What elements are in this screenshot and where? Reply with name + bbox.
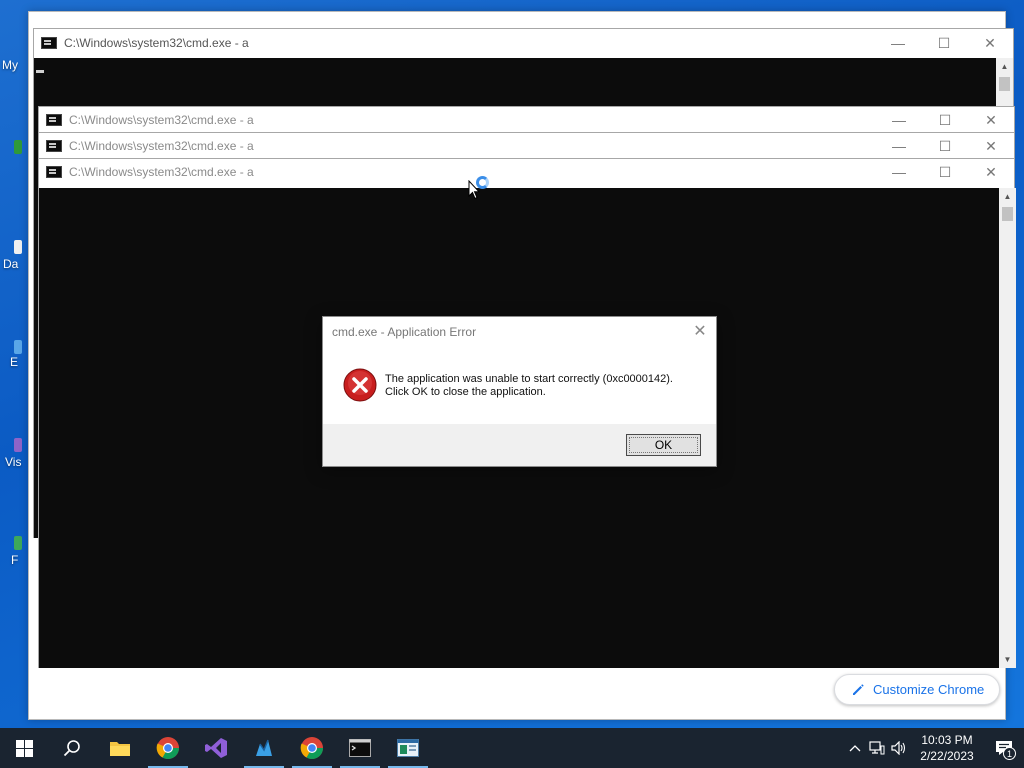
window-title: C:\Windows\system32\cmd.exe - a	[69, 139, 254, 153]
file-explorer-icon	[110, 742, 130, 756]
clock-time: 10:03 PM	[921, 733, 973, 747]
taskbar-cmd[interactable]	[336, 728, 384, 768]
pencil-icon	[853, 683, 864, 695]
taskbar: 10:03 PM 2/22/2023 1	[0, 728, 1024, 768]
desktop-icon[interactable]	[14, 140, 22, 154]
cmd-window: C:\Windows\system32\cmd.exe - a — ☐ ✕	[38, 106, 1015, 133]
maximize-button[interactable]: ☐	[921, 30, 967, 56]
dialog-footer: OK	[323, 424, 716, 466]
title-bar[interactable]: C:\Windows\system32\cmd.exe - a — ☐ ✕	[34, 29, 1013, 57]
start-button[interactable]	[0, 728, 48, 768]
minimize-button[interactable]: —	[876, 107, 922, 133]
vertical-scrollbar[interactable]: ▲ ▼	[999, 188, 1016, 668]
network-tool-icon	[256, 739, 272, 756]
show-hidden-icons-chevron-icon[interactable]	[844, 728, 866, 768]
scroll-thumb[interactable]	[1002, 207, 1013, 221]
action-center-button[interactable]: 1	[984, 728, 1024, 768]
dialog-message-line: Click OK to close the application.	[385, 386, 546, 398]
customize-chrome-label: Customize Chrome	[873, 682, 985, 697]
desktop-icon-label[interactable]: Da	[3, 257, 18, 271]
busy-spinner-icon	[476, 176, 489, 189]
close-button[interactable]: ✕	[967, 30, 1013, 56]
error-x-icon	[343, 368, 377, 402]
close-button[interactable]: ✕	[968, 133, 1014, 159]
start-icon	[15, 739, 33, 757]
text-cursor	[36, 70, 44, 73]
taskbar-visual-studio[interactable]	[192, 728, 240, 768]
minimize-button[interactable]: —	[876, 133, 922, 159]
search-button[interactable]	[48, 728, 96, 768]
dialog-message-line: The application was unable to start corr…	[385, 373, 673, 385]
maximize-button[interactable]: ☐	[922, 159, 968, 185]
chrome-icon	[156, 737, 179, 759]
cmd-icon	[46, 166, 62, 178]
cmd-icon	[349, 739, 371, 757]
taskbar-chrome-2[interactable]	[288, 728, 336, 768]
desktop-icon-label[interactable]: Vis	[5, 455, 21, 469]
scroll-thumb[interactable]	[999, 77, 1010, 91]
dialog-title: cmd.exe - Application Error	[332, 325, 477, 339]
title-bar[interactable]: C:\Windows\system32\cmd.exe - a — ☐ ✕	[39, 159, 1014, 185]
desktop-icon[interactable]	[14, 340, 22, 354]
close-button[interactable]: ✕	[968, 159, 1014, 185]
ok-button[interactable]: OK	[626, 434, 701, 456]
scroll-up-arrow[interactable]: ▲	[996, 58, 1013, 75]
cmd-icon	[46, 114, 62, 126]
dialog-message: The application was unable to start corr…	[385, 373, 673, 399]
taskbar-app-window[interactable]	[384, 728, 432, 768]
taskbar-network-tool[interactable]	[240, 728, 288, 768]
desktop-icon[interactable]	[14, 438, 22, 452]
maximize-button[interactable]: ☐	[922, 133, 968, 159]
desktop-icon-label[interactable]: F	[11, 553, 18, 567]
title-bar[interactable]: C:\Windows\system32\cmd.exe - a — ☐ ✕	[39, 107, 1014, 133]
system-tray: 10:03 PM 2/22/2023 1	[844, 728, 1024, 768]
minimize-button[interactable]: —	[876, 159, 922, 185]
scroll-down-arrow[interactable]: ▼	[999, 651, 1016, 668]
cmd-icon	[41, 37, 57, 49]
visual-studio-icon	[205, 738, 227, 758]
app-window-icon	[397, 739, 419, 757]
scroll-up-arrow[interactable]: ▲	[999, 188, 1016, 205]
desktop-icon[interactable]	[14, 240, 22, 254]
dialog-close-button[interactable]: ✕	[690, 321, 710, 341]
close-button[interactable]: ✕	[968, 107, 1014, 133]
desktop-icon-label[interactable]: My	[2, 58, 18, 72]
clock-date: 2/22/2023	[920, 749, 974, 763]
search-icon	[63, 740, 80, 757]
window-title: C:\Windows\system32\cmd.exe - a	[69, 165, 254, 179]
taskbar-clock[interactable]: 10:03 PM 2/22/2023	[910, 732, 984, 764]
error-dialog: cmd.exe - Application Error ✕ The applic…	[322, 316, 717, 467]
title-bar[interactable]: C:\Windows\system32\cmd.exe - a — ☐ ✕	[39, 133, 1014, 159]
window-title: C:\Windows\system32\cmd.exe - a	[64, 36, 249, 50]
network-icon[interactable]	[866, 728, 888, 768]
volume-icon[interactable]	[888, 728, 910, 768]
desktop-icon[interactable]	[14, 536, 22, 550]
window-title: C:\Windows\system32\cmd.exe - a	[69, 113, 254, 127]
minimize-button[interactable]: —	[875, 30, 921, 56]
cmd-window: C:\Windows\system32\cmd.exe - a — ☐ ✕	[38, 132, 1015, 159]
chrome-icon	[300, 737, 323, 759]
maximize-button[interactable]: ☐	[922, 107, 968, 133]
cmd-icon	[46, 140, 62, 152]
notification-count-badge: 1	[1003, 747, 1016, 760]
taskbar-chrome[interactable]	[144, 728, 192, 768]
desktop-icon-label[interactable]: E	[10, 355, 18, 369]
customize-chrome-button[interactable]: Customize Chrome	[834, 674, 1000, 705]
taskbar-file-explorer[interactable]	[96, 728, 144, 768]
